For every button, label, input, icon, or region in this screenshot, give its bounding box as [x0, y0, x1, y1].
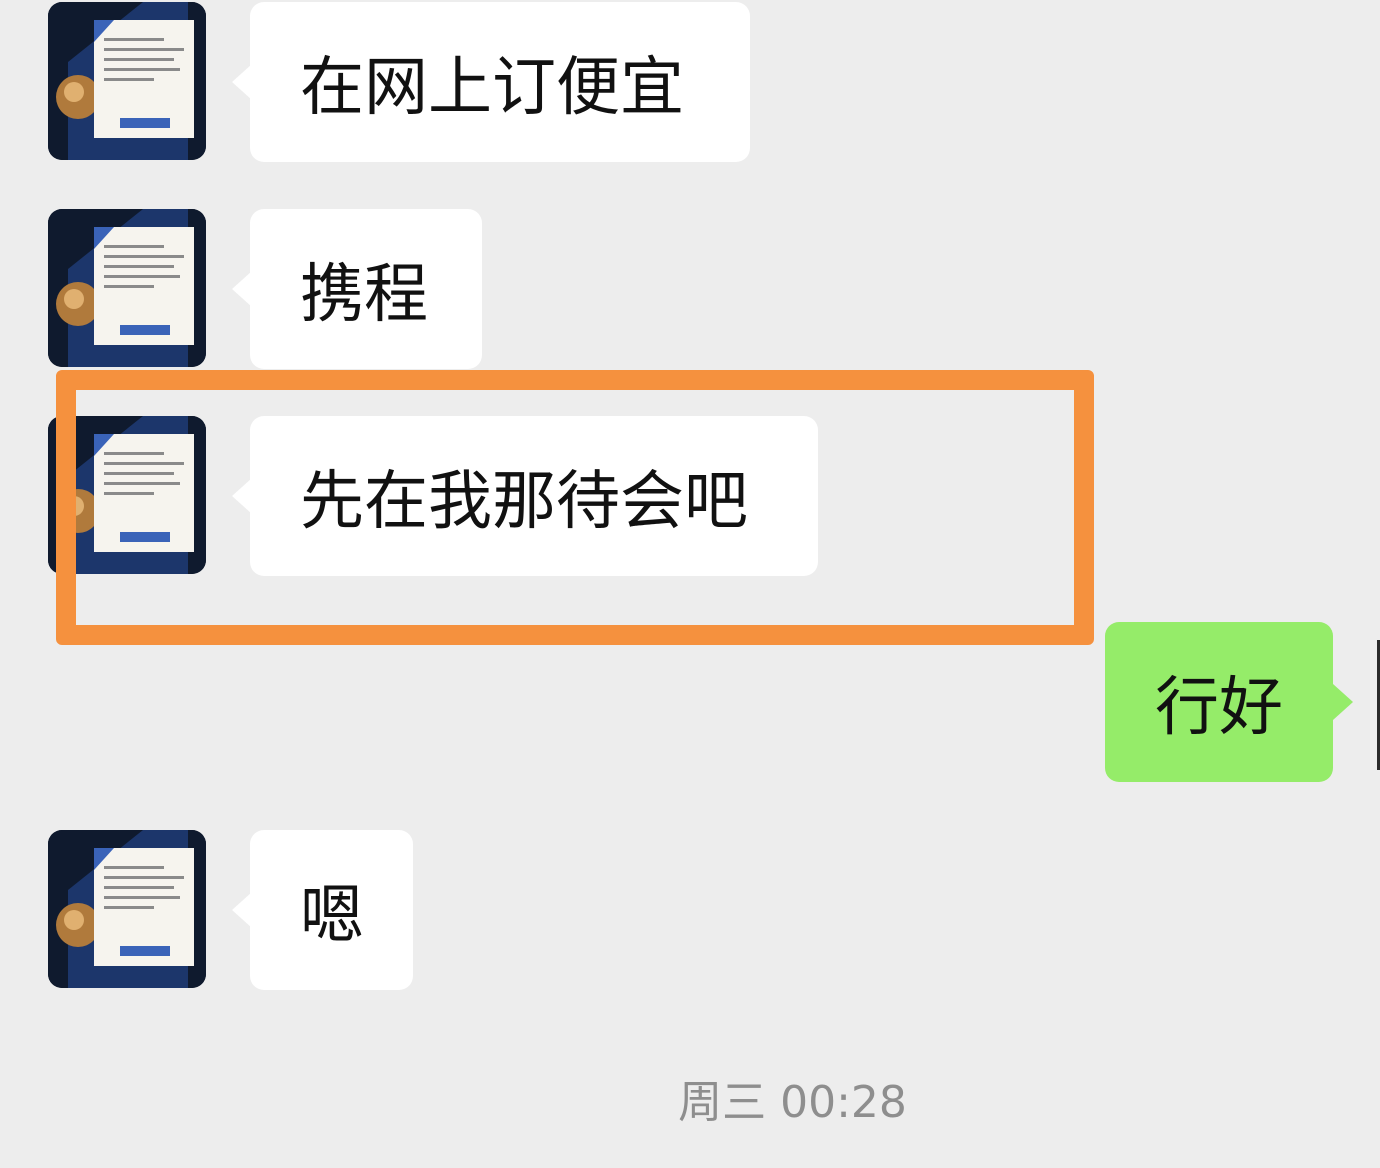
- message-timestamp: 周三 00:28: [678, 1077, 907, 1128]
- message-text: 携程: [300, 258, 428, 332]
- message-text: 嗯: [300, 879, 364, 953]
- incoming-message[interactable]: 在网上订便宜: [232, 2, 750, 162]
- incoming-message[interactable]: 携程: [232, 209, 482, 369]
- chat-conversation: 在网上订便宜 携程 先在我那待会吧 行好 嗯 周三 00:28: [0, 0, 1380, 1168]
- message-text: 行好: [1155, 671, 1283, 745]
- message-text: 在网上订便宜: [300, 51, 684, 125]
- highlight-box: [56, 370, 1094, 645]
- contact-avatar-icon[interactable]: [48, 209, 206, 367]
- outgoing-message[interactable]: 行好: [1105, 622, 1353, 782]
- contact-avatar-icon[interactable]: [48, 830, 206, 988]
- incoming-message[interactable]: 嗯: [232, 830, 413, 990]
- contact-avatar-icon[interactable]: [48, 2, 206, 160]
